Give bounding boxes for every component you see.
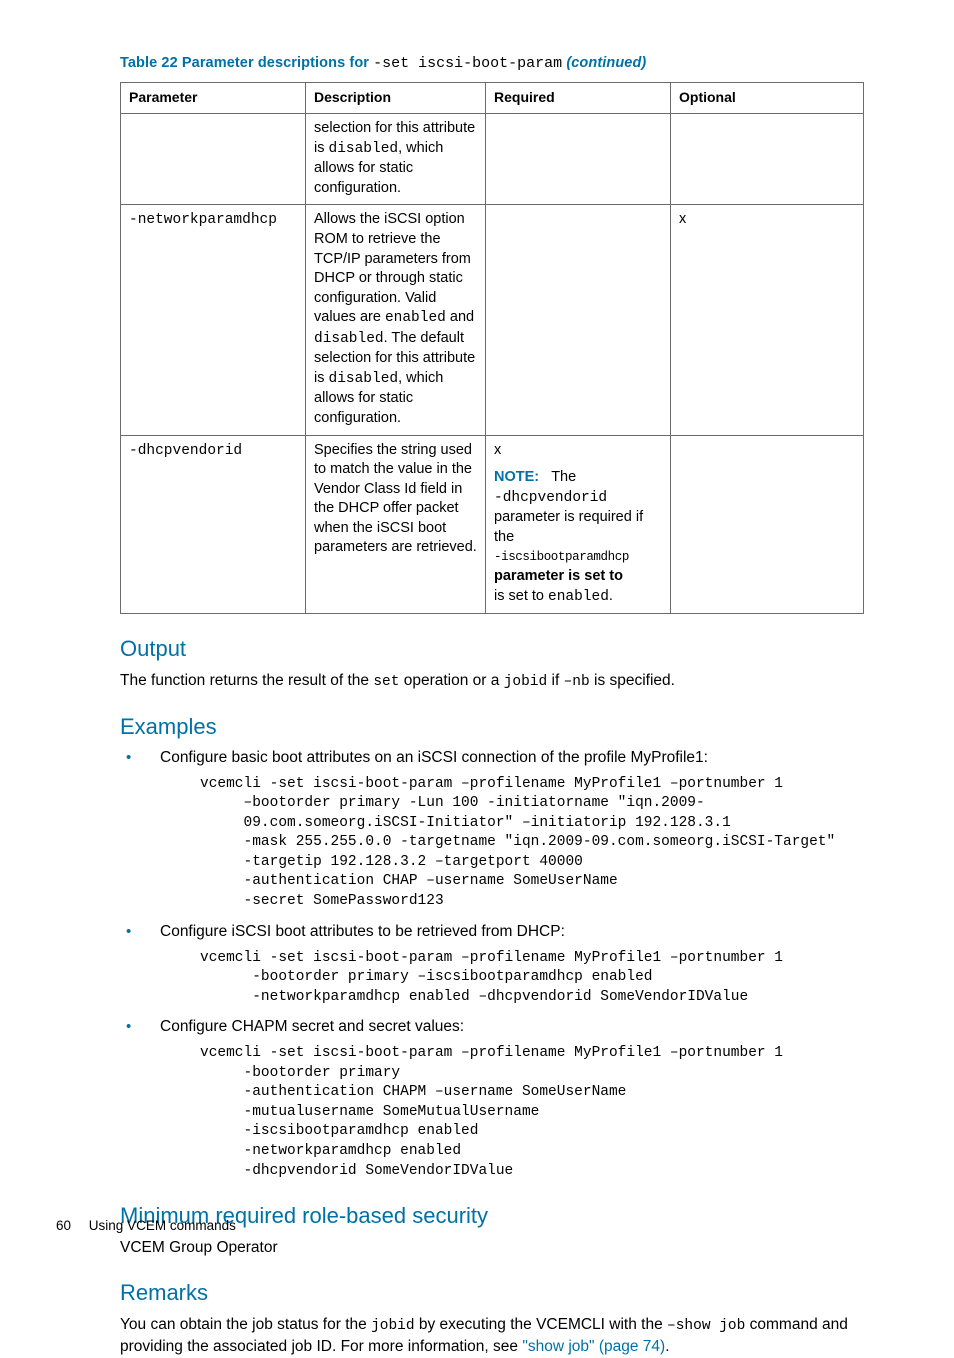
note-label: NOTE: <box>494 469 539 485</box>
cell-opt <box>671 114 864 205</box>
footer-text: Using VCEM commands <box>89 1218 236 1233</box>
examples-list: Configure basic boot attributes on an iS… <box>120 748 864 1181</box>
table-row: -dhcpvendorid Specifies the string used … <box>121 435 864 614</box>
show-job-link[interactable]: "show job" (page 74) <box>522 1338 665 1355</box>
th-parameter: Parameter <box>121 83 306 114</box>
examples-heading: Examples <box>120 712 864 742</box>
cell-desc: Allows the iSCSI option ROM to retrieve … <box>306 205 486 435</box>
cell-req <box>486 114 671 205</box>
output-body: The function returns the result of the s… <box>120 670 864 692</box>
list-item: Configure iSCSI boot attributes to be re… <box>120 922 864 1008</box>
table-title-code: -set iscsi-boot-param <box>373 55 562 72</box>
table-row: -networkparamdhcp Allows the iSCSI optio… <box>121 205 864 435</box>
cell-param: -networkparamdhcp <box>121 205 306 435</box>
cell-req: x NOTE: The -dhcpvendorid parameter is r… <box>486 435 671 614</box>
remarks-body: You can obtain the job status for the jo… <box>120 1314 864 1358</box>
code-block: vcemcli -set iscsi-boot-param –profilena… <box>200 949 864 1008</box>
list-item: Configure basic boot attributes on an iS… <box>120 748 864 912</box>
page-footer: 60 Using VCEM commands <box>56 1217 236 1235</box>
cell-param: -dhcpvendorid <box>121 435 306 614</box>
th-description: Description <box>306 83 486 114</box>
table-title-suffix: (continued) <box>562 55 646 71</box>
table-title: Table 22 Parameter descriptions for -set… <box>120 54 864 74</box>
cell-param <box>121 114 306 205</box>
code-block: vcemcli -set iscsi-boot-param –profilena… <box>200 1044 864 1181</box>
note-block: NOTE: The -dhcpvendorid parameter is req… <box>494 468 662 607</box>
th-optional: Optional <box>671 83 864 114</box>
list-item: Configure CHAPM secret and secret values… <box>120 1017 864 1181</box>
table-title-prefix: Table 22 Parameter descriptions for <box>120 55 373 71</box>
cell-desc: selection for this attribute is disabled… <box>306 114 486 205</box>
cell-opt: x <box>671 205 864 435</box>
th-required: Required <box>486 83 671 114</box>
cell-desc: Specifies the string used to match the v… <box>306 435 486 614</box>
table-header-row: Parameter Description Required Optional <box>121 83 864 114</box>
table-row: selection for this attribute is disabled… <box>121 114 864 205</box>
parameter-table: Parameter Description Required Optional … <box>120 82 864 614</box>
output-heading: Output <box>120 634 864 664</box>
remarks-heading: Remarks <box>120 1278 864 1308</box>
cell-opt <box>671 435 864 614</box>
security-body: VCEM Group Operator <box>120 1237 864 1259</box>
cell-req <box>486 205 671 435</box>
code-block: vcemcli -set iscsi-boot-param –profilena… <box>200 775 864 912</box>
page-number: 60 <box>56 1218 71 1233</box>
